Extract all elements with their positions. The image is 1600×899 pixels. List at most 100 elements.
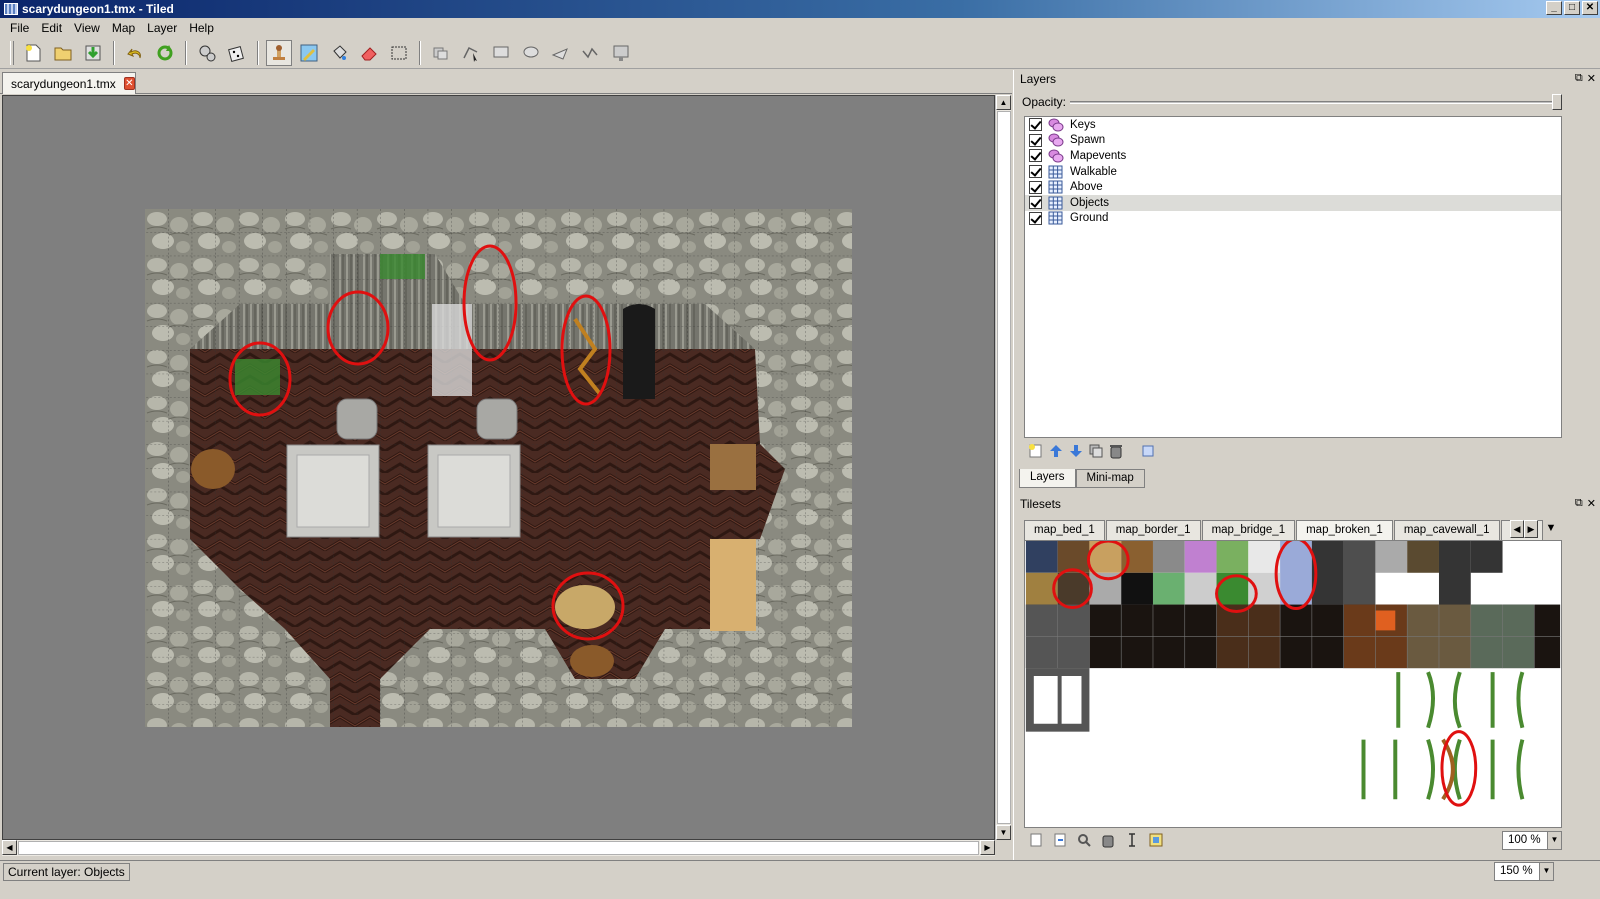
layer-visibility-checkbox[interactable]: [1029, 149, 1042, 163]
delete-layer-icon[interactable]: [1108, 443, 1124, 459]
duplicate-layer-icon[interactable]: [1088, 443, 1104, 459]
tileset-properties-icon[interactable]: [1076, 832, 1092, 848]
tileset-tab-map_border_1[interactable]: map_border_1: [1105, 520, 1201, 540]
undo-button[interactable]: [122, 40, 148, 66]
remove-tileset-icon[interactable]: [1100, 832, 1116, 848]
add-layer-icon[interactable]: [1028, 443, 1044, 459]
close-button[interactable]: ✕: [1582, 1, 1598, 15]
move-layer-up-icon[interactable]: [1048, 443, 1064, 459]
close-panel-icon[interactable]: ✕: [1587, 72, 1596, 85]
tab-layers[interactable]: Layers: [1019, 469, 1076, 488]
tilesets-panel-title: Tilesets ⧉ ✕: [1020, 497, 1596, 511]
tileset-tabs-scroll-right[interactable]: ▶: [1524, 520, 1538, 538]
main-toolbar: [0, 37, 1600, 69]
minimize-button[interactable]: _: [1546, 1, 1562, 15]
close-tab-icon[interactable]: ✕: [123, 77, 135, 90]
opacity-slider-handle[interactable]: [1552, 94, 1562, 110]
new-file-button[interactable]: [20, 40, 46, 66]
edit-polygons-button[interactable]: [458, 40, 484, 66]
layer-visibility-checkbox[interactable]: [1029, 196, 1042, 210]
scroll-right-arrow[interactable]: ▶: [980, 840, 995, 855]
scroll-down-arrow[interactable]: ▼: [996, 825, 1011, 840]
open-file-button[interactable]: [50, 40, 76, 66]
float-panel-icon[interactable]: ⧉: [1575, 72, 1583, 85]
edit-polygons-icon: [463, 46, 478, 62]
menu-view[interactable]: View: [68, 21, 106, 35]
layer-visibility-checkbox[interactable]: [1029, 133, 1042, 147]
insert-ellipse-button[interactable]: [518, 40, 544, 66]
map-zoom-select[interactable]: 150 % ▼: [1494, 862, 1554, 881]
opacity-row: Opacity:: [1022, 94, 1567, 110]
terrain-brush-icon: [300, 44, 318, 61]
menu-edit[interactable]: Edit: [35, 21, 68, 35]
tileset-menu-dropdown[interactable]: ▼: [1544, 520, 1558, 538]
layer-row-spawn[interactable]: Spawn: [1025, 133, 1561, 149]
tileset-tabs-scroll-left[interactable]: ◀: [1510, 520, 1524, 538]
close-panel-icon[interactable]: ✕: [1587, 497, 1596, 510]
tile-layer-icon: [1048, 165, 1063, 179]
scroll-left-arrow[interactable]: ◀: [2, 840, 17, 855]
undo-icon: [127, 48, 141, 58]
layer-row-objects[interactable]: Objects: [1025, 194, 1561, 211]
opacity-slider[interactable]: [1070, 101, 1558, 104]
bucket-fill-button[interactable]: [326, 40, 352, 66]
menu-file[interactable]: File: [4, 21, 35, 35]
insert-rectangle-button[interactable]: [488, 40, 514, 66]
scroll-up-arrow[interactable]: ▲: [996, 95, 1011, 110]
insert-tile-button[interactable]: [608, 40, 634, 66]
layer-visibility-checkbox[interactable]: [1029, 211, 1042, 225]
chevron-down-icon[interactable]: ▼: [1547, 832, 1561, 849]
dock-splitter[interactable]: [1013, 70, 1017, 860]
edit-terrain-icon[interactable]: [1124, 832, 1140, 848]
redo-button[interactable]: [152, 40, 178, 66]
stamp-brush-button[interactable]: [266, 39, 292, 66]
eraser-icon: [361, 46, 377, 60]
layer-name: Objects: [1070, 196, 1109, 209]
menu-layer[interactable]: Layer: [141, 21, 183, 35]
layer-row-above[interactable]: Above: [1025, 179, 1561, 195]
vertical-scroll-thumb[interactable]: [997, 111, 1011, 824]
chevron-down-icon[interactable]: ▼: [1539, 863, 1553, 880]
save-file-button[interactable]: [80, 40, 106, 66]
float-panel-icon[interactable]: ⧉: [1575, 497, 1583, 510]
save-file-icon: [85, 45, 101, 60]
rectangle-select-button[interactable]: [386, 40, 412, 66]
new-tileset-icon[interactable]: [1028, 832, 1044, 848]
tileset-tab-map_cavewall_1[interactable]: map_cavewall_1: [1393, 520, 1500, 540]
tileset-zoom-select[interactable]: 100 % ▼: [1502, 831, 1562, 850]
tileset-tab-map_broken_1[interactable]: map_broken_1: [1296, 520, 1393, 540]
insert-polyline-button[interactable]: [578, 40, 604, 66]
layer-visibility-checkbox[interactable]: [1029, 180, 1042, 194]
map-horizontal-scrollbar[interactable]: ◀ ▶: [2, 840, 995, 856]
layer-row-walkable[interactable]: Walkable: [1025, 164, 1561, 180]
menu-map[interactable]: Map: [106, 21, 141, 35]
eraser-button[interactable]: [356, 40, 382, 66]
dungeon-map[interactable]: [145, 209, 852, 727]
layer-visibility-checkbox[interactable]: [1029, 118, 1042, 132]
horizontal-scroll-thumb[interactable]: [18, 841, 979, 855]
random-mode-icon: [199, 45, 216, 61]
menu-help[interactable]: Help: [183, 21, 220, 35]
tileset-tab-map_bridge_1[interactable]: map_bridge_1: [1201, 520, 1296, 540]
insert-polygon-button[interactable]: [548, 40, 574, 66]
tileset-tabs: map_bed_1 map_border_1 map_bridge_1 map_bro…: [1024, 520, 1544, 540]
layer-row-ground[interactable]: Ground: [1025, 211, 1561, 227]
layer-visibility-checkbox[interactable]: [1029, 165, 1042, 179]
export-tileset-icon[interactable]: [1148, 832, 1164, 848]
import-tileset-icon[interactable]: [1052, 832, 1068, 848]
toggle-other-layers-icon[interactable]: [1140, 443, 1156, 459]
layer-row-keys[interactable]: Keys: [1025, 117, 1561, 133]
random-mode-button[interactable]: [194, 40, 220, 66]
tab-mini-map[interactable]: Mini-map: [1075, 469, 1145, 488]
tileset-tab-map_bed_1[interactable]: map_bed_1: [1024, 520, 1105, 540]
map-vertical-scrollbar[interactable]: ▲ ▼: [995, 95, 1011, 840]
terrain-brush-button[interactable]: [296, 40, 322, 66]
select-objects-button[interactable]: [428, 40, 454, 66]
tileset-view[interactable]: [1024, 540, 1562, 828]
layer-row-mapevents[interactable]: Mapevents: [1025, 148, 1561, 164]
move-layer-down-icon[interactable]: [1068, 443, 1084, 459]
tab-scarydungeon1[interactable]: scarydungeon1.tmx ✕: [2, 72, 136, 94]
dice-button[interactable]: [224, 40, 250, 66]
layer-name: Walkable: [1070, 165, 1117, 178]
maximize-button[interactable]: □: [1564, 1, 1580, 15]
